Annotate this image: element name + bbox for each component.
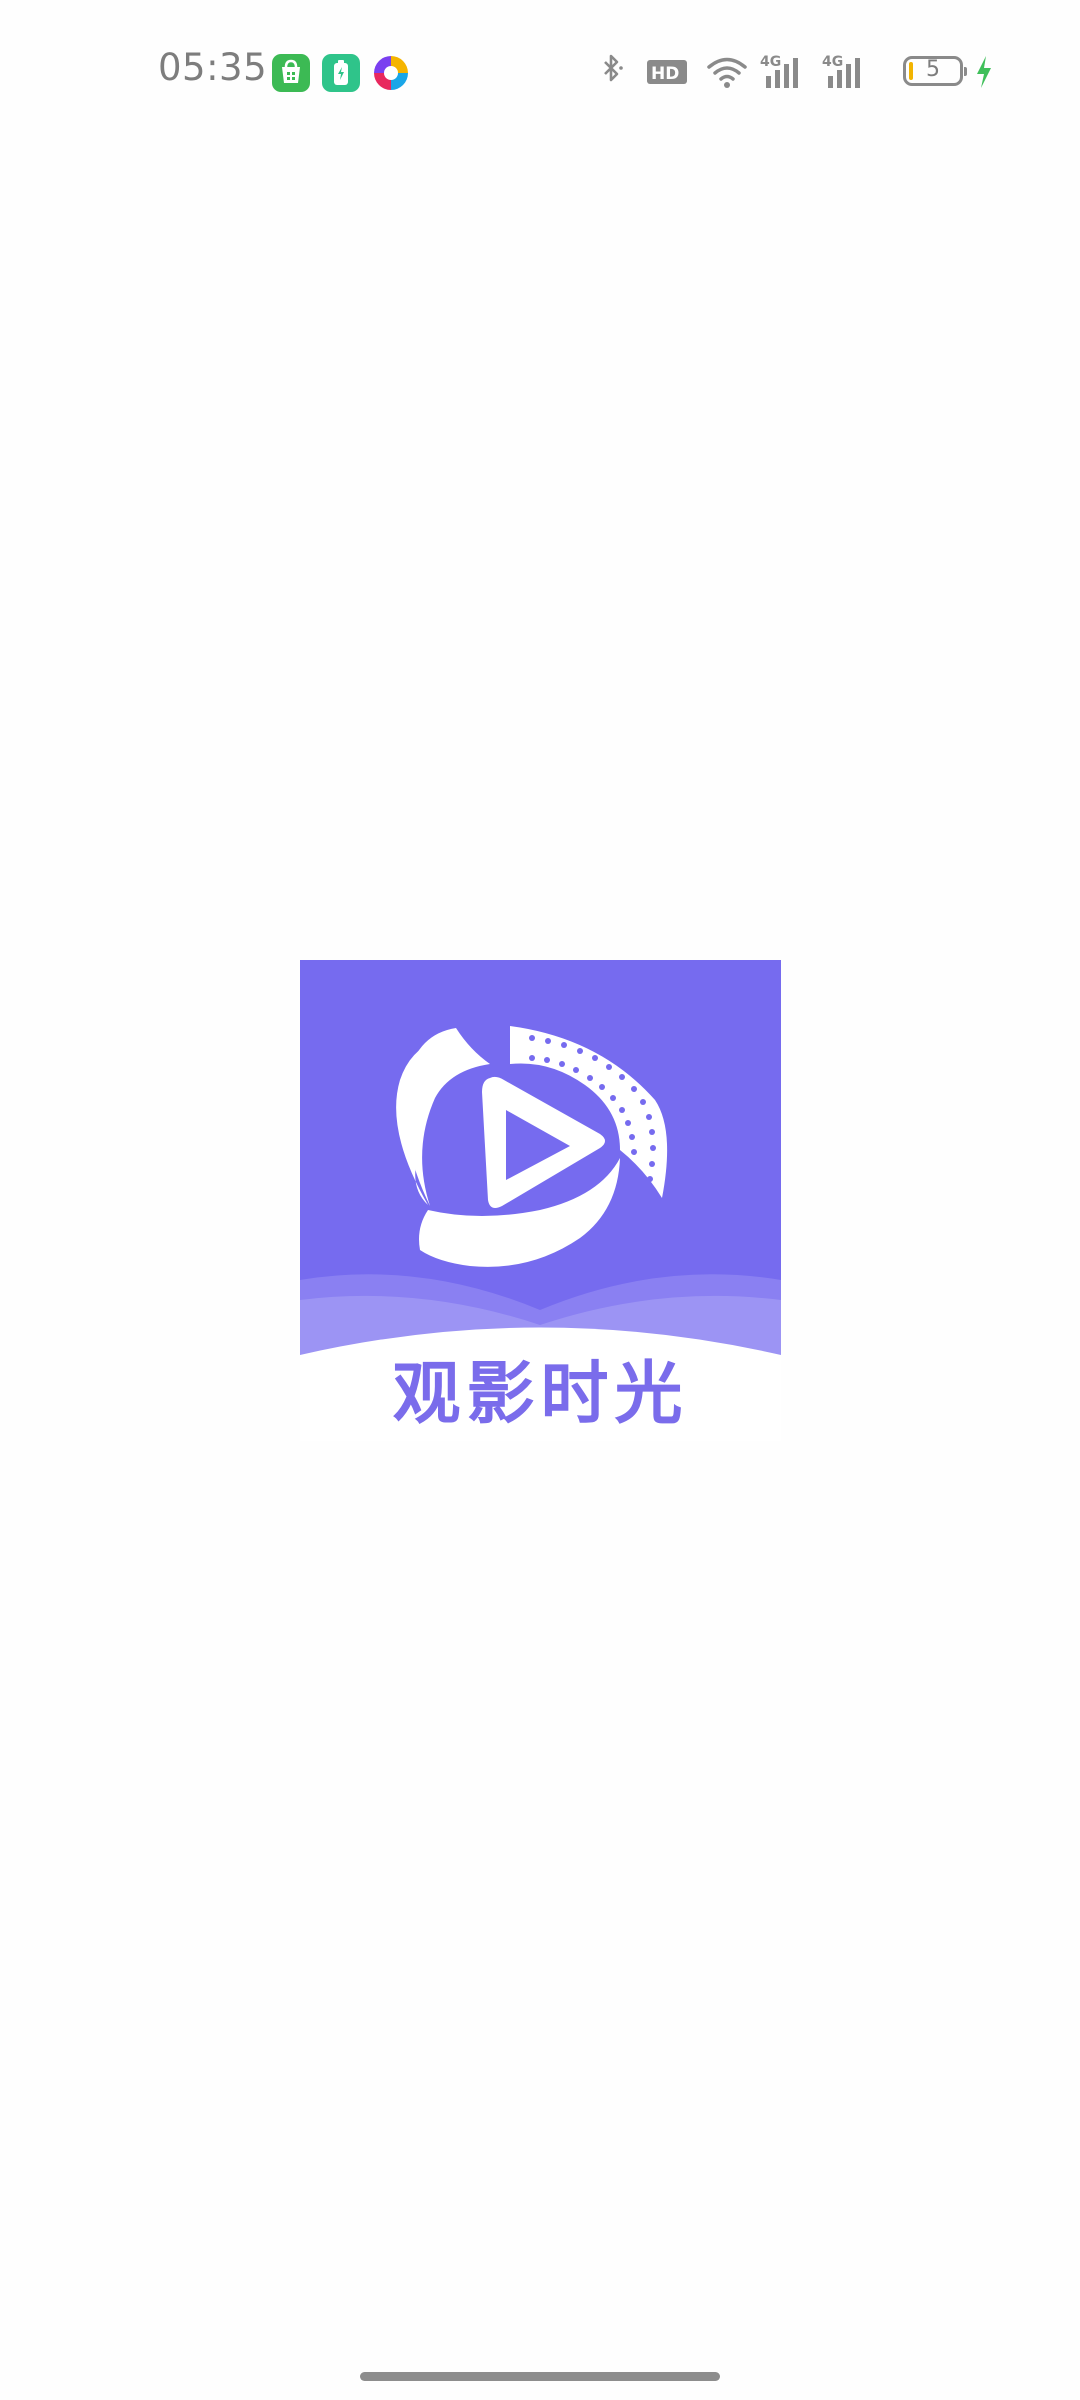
svg-text:4G: 4G [760, 54, 781, 70]
hd-voice-icon: HD [646, 50, 688, 94]
shopping-bag-app-icon [272, 54, 310, 92]
app-name: 观影时光 [392, 1355, 689, 1434]
status-bar: 05:35 HD 4G 4G 5 [0, 0, 1080, 150]
status-time: 05:35 [158, 46, 268, 89]
wifi-icon [705, 50, 749, 94]
cellular-signal-1-icon: 4G [760, 50, 808, 94]
svg-text:HD: HD [651, 64, 679, 84]
bluetooth-icon [596, 50, 626, 94]
gesture-bar[interactable] [360, 2372, 720, 2381]
charging-bolt-icon [974, 50, 994, 94]
battery-saver-app-icon [322, 54, 360, 92]
app-logo: 观影时光 [300, 960, 781, 1441]
cellular-signal-2-icon: 4G [822, 50, 870, 94]
battery-level: 5 [926, 57, 940, 82]
colorful-app-icon [372, 54, 410, 92]
svg-text:4G: 4G [822, 54, 843, 70]
battery-icon: 5 [903, 56, 967, 86]
